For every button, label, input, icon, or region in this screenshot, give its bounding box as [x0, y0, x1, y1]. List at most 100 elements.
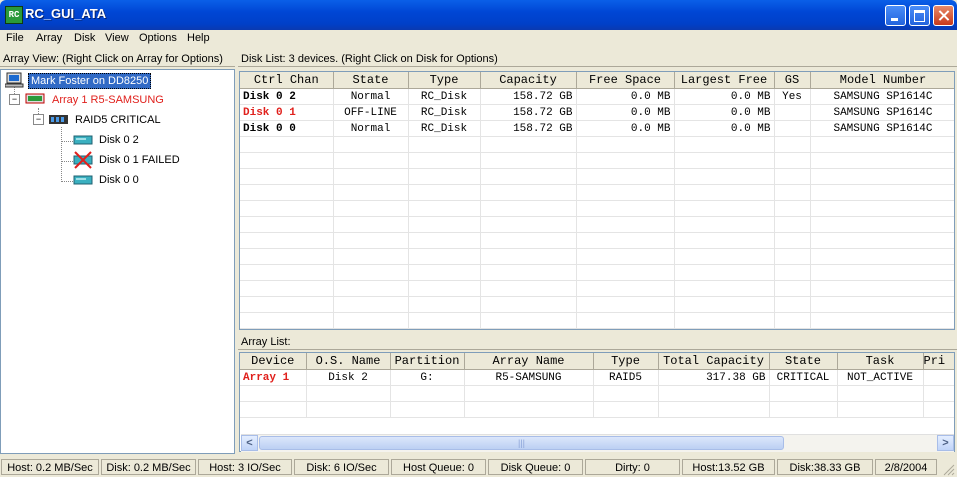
horizontal-scrollbar[interactable]: < ||| > [241, 434, 954, 452]
tree-raid-label[interactable]: RAID5 CRITICAL [75, 113, 161, 127]
column-header-largest-free[interactable]: Largest Free [674, 72, 775, 89]
status-disk-mb: Disk: 0.2 MB/Sec [101, 459, 196, 475]
column-header-model[interactable]: Model Number [810, 72, 954, 89]
cell-largest: 0.0 MB [674, 120, 775, 137]
tree-line [61, 161, 73, 163]
cell-array-name: R5-SAMSUNG [464, 369, 594, 386]
cell-capacity: 158.72 GB [480, 88, 577, 105]
failed-disk-icon [73, 151, 93, 169]
cell-model: SAMSUNG SP1614C [810, 120, 954, 137]
cell-free: 0.0 MB [576, 104, 675, 121]
status-bar: Host: 0.2 MB/Sec Disk: 0.2 MB/Sec Host: … [0, 457, 957, 477]
column-header-pri[interactable]: Pri [923, 353, 954, 370]
menu-view[interactable]: View [105, 32, 129, 44]
window-title: RC_GUI_ATA [25, 6, 107, 21]
empty-row [240, 152, 954, 169]
column-header-type[interactable]: Type [408, 72, 481, 89]
disk-list-header: Disk List: 3 devices. (Right Click on Di… [238, 51, 957, 67]
empty-row [240, 136, 954, 153]
cell-largest: 0.0 MB [674, 88, 775, 105]
status-date: 2/8/2004 [875, 459, 937, 475]
cell-partition: G: [390, 369, 465, 386]
cell-type: RC_Disk [408, 104, 481, 121]
column-header-os-name[interactable]: O.S. Name [306, 353, 391, 370]
empty-row [240, 328, 954, 329]
menu-array[interactable]: Array [36, 32, 62, 44]
cell-largest: 0.0 MB [674, 104, 775, 121]
empty-row [240, 232, 954, 249]
empty-row [240, 401, 954, 418]
tree-array-label[interactable]: Array 1 R5-SAMSUNG [52, 93, 164, 107]
raid-icon [49, 115, 68, 124]
collapse-toggle[interactable]: − [9, 94, 20, 105]
cell-gs: Yes [774, 88, 811, 105]
title-bar[interactable]: RC RC_GUI_ATA [0, 0, 957, 30]
status-disk-io: Disk: 6 IO/Sec [294, 459, 389, 475]
array-view-header: Array View: (Right Click on Array for Op… [0, 51, 235, 67]
status-disk-gb: Disk:38.33 GB [777, 459, 873, 475]
array-tree[interactable]: Mark Foster on DD8250 − Array 1 R5-SAMSU… [0, 69, 235, 454]
cell-os-name: Disk 2 [306, 369, 391, 386]
column-header-state[interactable]: State [769, 353, 838, 370]
empty-row [240, 312, 954, 329]
cell-total-capacity: 317.38 GB [658, 369, 770, 386]
column-header-device[interactable]: Device [240, 353, 307, 370]
computer-icon [5, 72, 24, 88]
collapse-toggle[interactable]: − [33, 114, 44, 125]
close-button[interactable] [933, 5, 954, 26]
resize-grip-icon[interactable] [941, 462, 955, 476]
table-row[interactable]: Array 1 Disk 2 G: R5-SAMSUNG RAID5 317.3… [240, 369, 954, 386]
column-header-task[interactable]: Task [837, 353, 924, 370]
tree-host-label[interactable]: Mark Foster on DD8250 [28, 73, 152, 89]
column-header-gs[interactable]: GS [774, 72, 811, 89]
cell-type: RC_Disk [408, 88, 481, 105]
column-header-state[interactable]: State [333, 72, 409, 89]
menu-file[interactable]: File [6, 32, 24, 44]
maximize-button[interactable] [909, 5, 930, 26]
minimize-button[interactable] [885, 5, 906, 26]
table-row[interactable]: Disk 0 2 Normal RC_Disk 158.72 GB 0.0 MB… [240, 88, 954, 105]
app-icon: RC [5, 6, 23, 24]
cell-capacity: 158.72 GB [480, 120, 577, 137]
menu-bar: File Array Disk View Options Help [0, 30, 957, 48]
disk-icon [73, 175, 93, 185]
scroll-right-button[interactable]: > [937, 435, 954, 451]
menu-options[interactable]: Options [139, 32, 177, 44]
menu-help[interactable]: Help [187, 32, 210, 44]
table-row[interactable]: Disk 0 1 OFF-LINE RC_Disk 158.72 GB 0.0 … [240, 104, 954, 121]
scroll-thumb[interactable]: ||| [259, 436, 784, 450]
tree-line [61, 181, 73, 183]
empty-row [240, 264, 954, 281]
cell-task: NOT_ACTIVE [837, 369, 924, 386]
status-host-queue: Host Queue: 0 [391, 459, 486, 475]
cell-type: RC_Disk [408, 120, 481, 137]
menu-disk[interactable]: Disk [74, 32, 95, 44]
tree-line [61, 141, 73, 143]
cell-capacity: 158.72 GB [480, 104, 577, 121]
table-row[interactable]: Disk 0 0 Normal RC_Disk 158.72 GB 0.0 MB… [240, 120, 954, 137]
column-header-free-space[interactable]: Free Space [576, 72, 675, 89]
scroll-left-button[interactable]: < [241, 435, 258, 451]
array-rows: Array 1 Disk 2 G: R5-SAMSUNG RAID5 317.3… [240, 369, 954, 418]
column-header-total-capacity[interactable]: Total Capacity [658, 353, 770, 370]
tree-disk-label[interactable]: Disk 0 0 [99, 173, 139, 187]
tree-line [61, 127, 63, 182]
empty-row [240, 168, 954, 185]
column-header-array-name[interactable]: Array Name [464, 353, 594, 370]
array-icon [25, 93, 45, 104]
cell-pri [923, 369, 954, 386]
tree-disk-label[interactable]: Disk 0 1 FAILED [99, 153, 180, 167]
tree-disk-label[interactable]: Disk 0 2 [99, 133, 139, 147]
cell-state: Normal [333, 88, 409, 105]
column-header-capacity[interactable]: Capacity [480, 72, 577, 89]
status-disk-queue: Disk Queue: 0 [488, 459, 583, 475]
column-header-type[interactable]: Type [593, 353, 659, 370]
cell-gs [774, 104, 811, 121]
cell-state: Normal [333, 120, 409, 137]
column-header-partition[interactable]: Partition [390, 353, 465, 370]
cell-model: SAMSUNG SP1614C [810, 88, 954, 105]
cell-ctrl: Disk 0 0 [240, 120, 334, 137]
cell-state: CRITICAL [769, 369, 838, 386]
disk-list-table[interactable]: Ctrl Chan State Type Capacity Free Space… [239, 71, 955, 330]
column-header-ctrl-chan[interactable]: Ctrl Chan [240, 72, 334, 89]
